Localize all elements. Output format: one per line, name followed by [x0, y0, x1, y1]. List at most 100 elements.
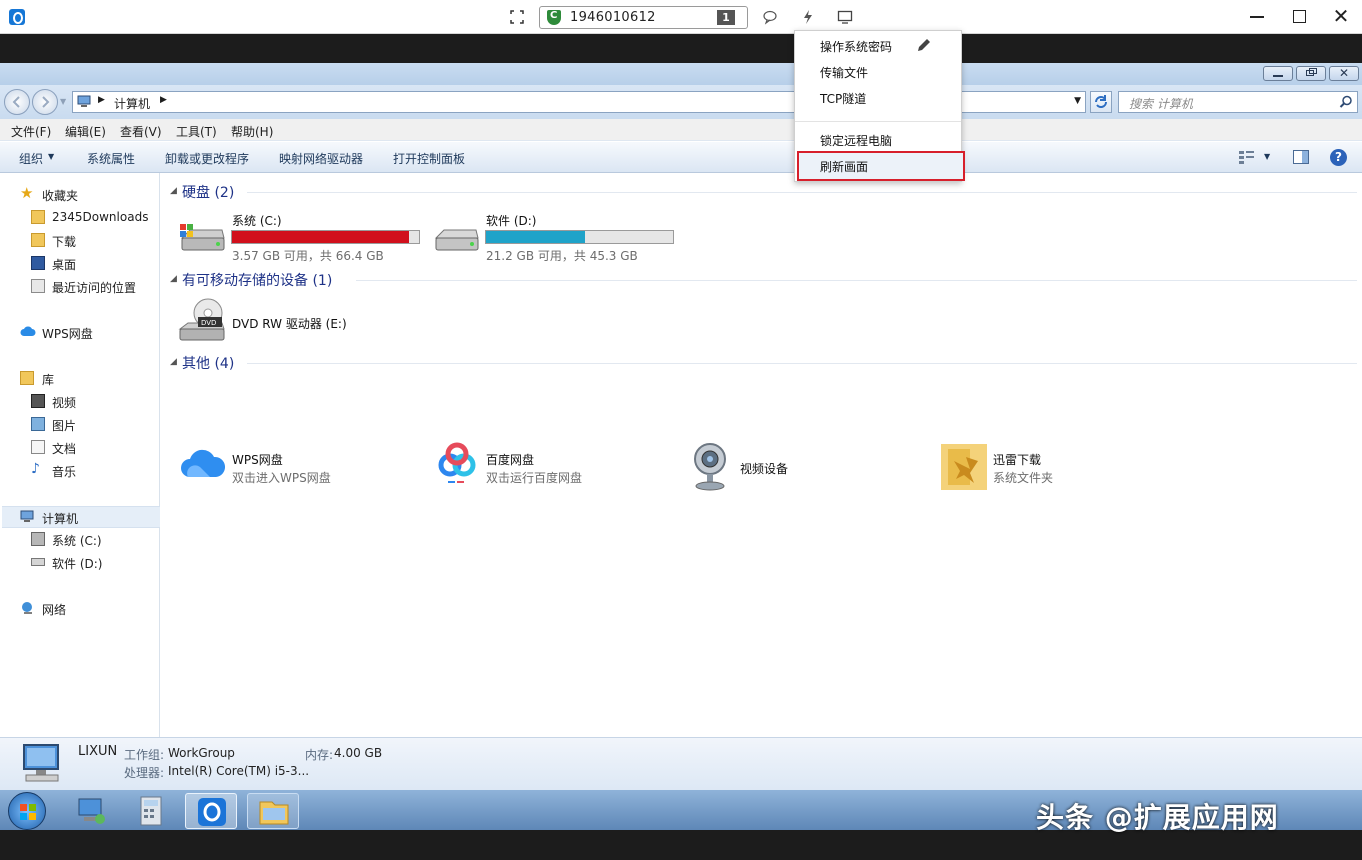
nav-network-label: 网络 — [42, 603, 67, 617]
search-input[interactable]: 搜索 计算机 — [1118, 91, 1358, 113]
transfer-file-item[interactable]: 传输文件 — [820, 64, 868, 81]
workgroup-label: 工作组: — [124, 748, 165, 762]
collapse-other-icon[interactable]: ◢ — [170, 357, 177, 367]
nav-item-label: 最近访问的位置 — [52, 281, 137, 295]
search-icon[interactable] — [1339, 95, 1353, 109]
system-drive-icon — [31, 532, 45, 546]
taskbar-remote-desktop[interactable] — [66, 793, 118, 829]
breadcrumb-separator-icon[interactable]: ▶ — [98, 95, 105, 105]
system-drive-icon[interactable] — [178, 216, 226, 256]
details-pane: LIXUN 工作组: WorkGroup 内存: 4.00 GB 处理器: In… — [0, 737, 1362, 790]
collapse-hdd-icon[interactable]: ◢ — [170, 186, 177, 196]
nav-item-downloads[interactable]: 下载 — [0, 230, 158, 250]
forward-button[interactable] — [32, 89, 58, 115]
refresh-button[interactable] — [1090, 91, 1112, 113]
taskbar-remote-app[interactable] — [185, 793, 237, 829]
nav-computer[interactable]: 计算机 — [2, 506, 160, 528]
pencil-icon[interactable] — [916, 37, 932, 53]
nav-network[interactable]: 网络 — [0, 598, 158, 618]
refresh-screen-item[interactable]: 刷新画面 — [797, 151, 965, 181]
drive-d-label[interactable]: 软件 (D:) — [486, 212, 536, 229]
nav-item-music[interactable]: ♪ 音乐 — [0, 460, 158, 480]
organize-button[interactable]: 组织 — [19, 150, 43, 167]
maximize-button[interactable] — [1293, 10, 1306, 23]
drive-c-usage-bar — [231, 230, 420, 244]
drive-d-icon[interactable] — [432, 216, 480, 256]
breadcrumb-chevron-icon[interactable]: ▶ — [160, 95, 167, 105]
baidu-item-title[interactable]: 百度网盘 — [486, 451, 534, 468]
command-bar: 组织 ▼ 系统属性 卸载或更改程序 映射网络驱动器 打开控制面板 ▼ ? — [0, 142, 1362, 173]
tcp-tunnel-item[interactable]: TCP隧道 — [820, 90, 866, 107]
baidu-netdisk-icon[interactable] — [434, 441, 480, 487]
nav-item-videos[interactable]: 视频 — [0, 391, 158, 411]
breadcrumb-location[interactable]: 计算机 — [114, 95, 150, 112]
nav-favorites[interactable]: ★ 收藏夹 — [0, 184, 158, 204]
menu-view[interactable]: 查看(V) — [120, 123, 162, 140]
explorer-close-button[interactable]: ✕ — [1329, 66, 1359, 81]
explorer-restore-button[interactable] — [1296, 66, 1326, 81]
uninstall-program-button[interactable]: 卸载或更改程序 — [165, 150, 249, 167]
menu-tools[interactable]: 工具(T) — [176, 123, 217, 140]
nav-favorites-label: 收藏夹 — [42, 189, 79, 203]
nav-item-drive-c[interactable]: 系统 (C:) — [0, 529, 158, 549]
preview-pane-icon[interactable] — [1293, 150, 1309, 164]
nav-library[interactable]: 库 — [0, 368, 158, 388]
refresh-screen-label: 刷新画面 — [820, 160, 869, 174]
xunlei-item-title[interactable]: 迅雷下载 — [993, 451, 1041, 468]
remote-id-box[interactable]: 1946010612 1 — [539, 6, 748, 29]
pictures-icon — [31, 417, 45, 431]
back-button[interactable] — [4, 89, 30, 115]
nav-item-drive-d[interactable]: 软件 (D:) — [0, 552, 158, 572]
nav-wps[interactable]: WPS网盘 — [0, 322, 158, 342]
lock-remote-item[interactable]: 锁定远程电脑 — [820, 132, 892, 149]
nav-item-recent[interactable]: 最近访问的位置 — [0, 276, 158, 296]
computer-name: LIXUN — [78, 744, 118, 759]
menu-bar: 文件(F) 编辑(E) 查看(V) 工具(T) 帮助(H) — [0, 119, 1362, 141]
nav-item-desktop[interactable]: 桌面 — [0, 253, 158, 273]
group-title-hdd[interactable]: 硬盘 (2) — [182, 182, 234, 202]
recent-places-icon — [31, 279, 45, 293]
library-icon — [20, 371, 34, 385]
start-button[interactable] — [8, 792, 46, 830]
drive-c-label[interactable]: 系统 (C:) — [232, 212, 282, 229]
nav-item-pictures[interactable]: 图片 — [0, 414, 158, 434]
organize-dropdown-icon[interactable]: ▼ — [48, 152, 54, 161]
dvd-drive-label[interactable]: DVD RW 驱动器 (E:) — [232, 315, 347, 332]
star-icon: ★ — [20, 184, 34, 202]
history-dropdown-icon[interactable]: ▼ — [60, 97, 66, 106]
fullscreen-icon[interactable] — [510, 10, 524, 24]
view-dropdown-icon[interactable]: ▼ — [1264, 152, 1270, 161]
workgroup-value: WorkGroup — [168, 746, 235, 760]
os-password-item[interactable]: 操作系统密码 — [820, 38, 892, 55]
help-icon[interactable]: ? — [1330, 149, 1347, 166]
explorer-minimize-button[interactable] — [1263, 66, 1293, 81]
nav-item-documents[interactable]: 文档 — [0, 437, 158, 457]
drive-icon — [31, 558, 45, 566]
menu-edit[interactable]: 编辑(E) — [65, 123, 106, 140]
wps-item-title[interactable]: WPS网盘 — [232, 451, 283, 468]
menu-file[interactable]: 文件(F) — [11, 123, 51, 140]
open-control-panel-button[interactable]: 打开控制面板 — [393, 150, 465, 167]
taskbar-explorer[interactable] — [247, 793, 299, 829]
xunlei-folder-icon[interactable] — [940, 443, 988, 491]
close-button[interactable]: ✕ — [1331, 6, 1351, 26]
map-network-drive-button[interactable]: 映射网络驱动器 — [279, 150, 363, 167]
lightning-icon[interactable] — [800, 9, 816, 25]
explorer-window: ✕ ▼ ▶ 计算机 ▶ ▼ 搜索 计算机 文件(F) 编辑(E) 查看(V) 工… — [0, 63, 1362, 790]
dvd-drive-icon[interactable]: DVD — [178, 297, 226, 343]
chat-icon[interactable] — [762, 9, 778, 25]
collapse-removable-icon[interactable]: ◢ — [170, 274, 177, 284]
nav-item-2345downloads[interactable]: 2345Downloads — [0, 207, 158, 227]
monitor-icon[interactable] — [837, 9, 853, 25]
taskbar-calculator[interactable] — [125, 793, 177, 829]
system-properties-button[interactable]: 系统属性 — [87, 150, 135, 167]
group-title-removable[interactable]: 有可移动存储的设备 (1) — [182, 270, 332, 290]
video-device-title[interactable]: 视频设备 — [740, 460, 788, 477]
menu-help[interactable]: 帮助(H) — [231, 123, 273, 140]
webcam-icon[interactable] — [690, 441, 730, 491]
minimize-button[interactable] — [1250, 16, 1264, 18]
address-dropdown-icon[interactable]: ▼ — [1074, 96, 1081, 106]
wps-cloud-icon[interactable] — [180, 445, 226, 481]
view-options-icon[interactable] — [1239, 150, 1255, 164]
group-title-other[interactable]: 其他 (4) — [182, 353, 234, 373]
